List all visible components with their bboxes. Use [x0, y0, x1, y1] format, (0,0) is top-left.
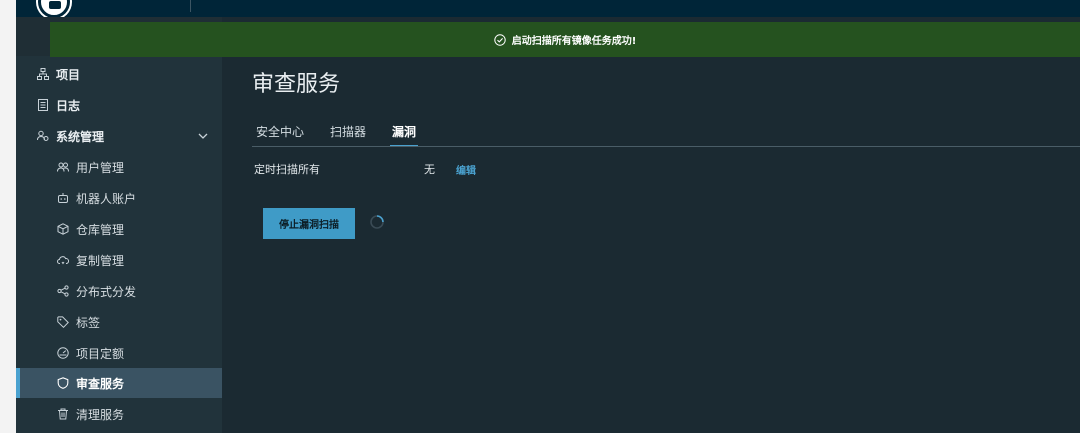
chevron-down-icon[interactable] [196, 129, 210, 143]
tag-icon [56, 315, 70, 329]
header-divider [190, 0, 191, 12]
sidebar-item-robot-accounts[interactable]: 机器人账户 [16, 183, 222, 213]
harbor-logo-icon[interactable] [38, 0, 70, 18]
sidebar-item-label: 审查服务 [76, 376, 125, 391]
sidebar-item-label: 日志 [56, 98, 81, 113]
tab-bar: 安全中心 扫描器 漏洞 [256, 123, 442, 147]
sidebar-item-label: 分布式分发 [76, 284, 137, 299]
share-icon [56, 284, 70, 298]
sidebar-item-label: 标签 [76, 315, 101, 330]
sidebar-item-labels[interactable]: 标签 [16, 307, 222, 337]
sidebar-item-clean-up[interactable]: 清理服务 [16, 399, 222, 429]
schedule-edit-link[interactable]: 编辑 [456, 162, 476, 177]
cloud-sync-icon [56, 253, 70, 267]
sidebar-item-project-quotas[interactable]: 项目定额 [16, 338, 222, 368]
shield-icon [56, 376, 70, 390]
admin-users-icon [36, 129, 50, 143]
sidebar-item-label: 项目 [56, 67, 81, 82]
banner-message: 启动扫描所有镜像任务成功! [511, 36, 637, 47]
dashboard-icon [56, 346, 70, 360]
sidebar-item-interrogation-services[interactable]: 审查服务 [16, 368, 222, 398]
main-content: 审查服务 安全中心 扫描器 漏洞 定时扫描所有 无 编辑 停止漏洞扫描 [222, 57, 1080, 433]
sidebar-item-replications[interactable]: 复制管理 [16, 245, 222, 275]
schedule-row: 定时扫描所有 无 编辑 [254, 161, 476, 177]
top-header [16, 0, 1080, 18]
log-icon [36, 98, 50, 112]
sidebar-item-label: 清理服务 [76, 407, 125, 422]
success-banner: 启动扫描所有镜像任务成功! [50, 22, 1080, 57]
sidebar-item-label: 机器人账户 [76, 191, 137, 206]
sidebar-item-label: 复制管理 [76, 253, 125, 268]
sidebar-item-logs[interactable]: 日志 [16, 90, 222, 120]
sidebar-item-projects[interactable]: 项目 [16, 59, 222, 89]
sitemap-icon [36, 67, 50, 81]
check-circle-icon [494, 33, 506, 46]
sidebar-item-registries[interactable]: 仓库管理 [16, 214, 222, 244]
tab-scanners[interactable]: 扫描器 [330, 123, 366, 147]
tab-security-hub[interactable]: 安全中心 [256, 123, 304, 147]
tab-divider [252, 146, 1080, 147]
sidebar-item-admin[interactable]: 系统管理 [16, 121, 222, 151]
stop-scan-button[interactable]: 停止漏洞扫描 [263, 208, 355, 239]
app-window: 项目 日志 系统管理 用户管理 机器人账户 仓库管理 复制管理 分布式分发 标签… [16, 0, 1080, 433]
sidebar-item-users[interactable]: 用户管理 [16, 152, 222, 182]
sidebar-item-label: 项目定额 [76, 346, 125, 361]
sidebar-item-distributions[interactable]: 分布式分发 [16, 276, 222, 306]
sidebar-item-label: 仓库管理 [76, 222, 125, 237]
schedule-value: 无 [424, 163, 435, 176]
sidebar: 项目 日志 系统管理 用户管理 机器人账户 仓库管理 复制管理 分布式分发 标签… [16, 17, 222, 433]
users-icon [56, 160, 70, 174]
page-title: 审查服务 [252, 72, 341, 97]
loading-spinner-icon [370, 215, 384, 229]
sidebar-item-label: 用户管理 [76, 160, 125, 175]
sidebar-item-label: 系统管理 [56, 129, 105, 144]
cube-icon [56, 222, 70, 236]
trash-icon [56, 407, 70, 421]
robot-icon [56, 191, 70, 205]
tab-vulnerability[interactable]: 漏洞 [390, 123, 419, 147]
schedule-label: 定时扫描所有 [254, 163, 320, 176]
